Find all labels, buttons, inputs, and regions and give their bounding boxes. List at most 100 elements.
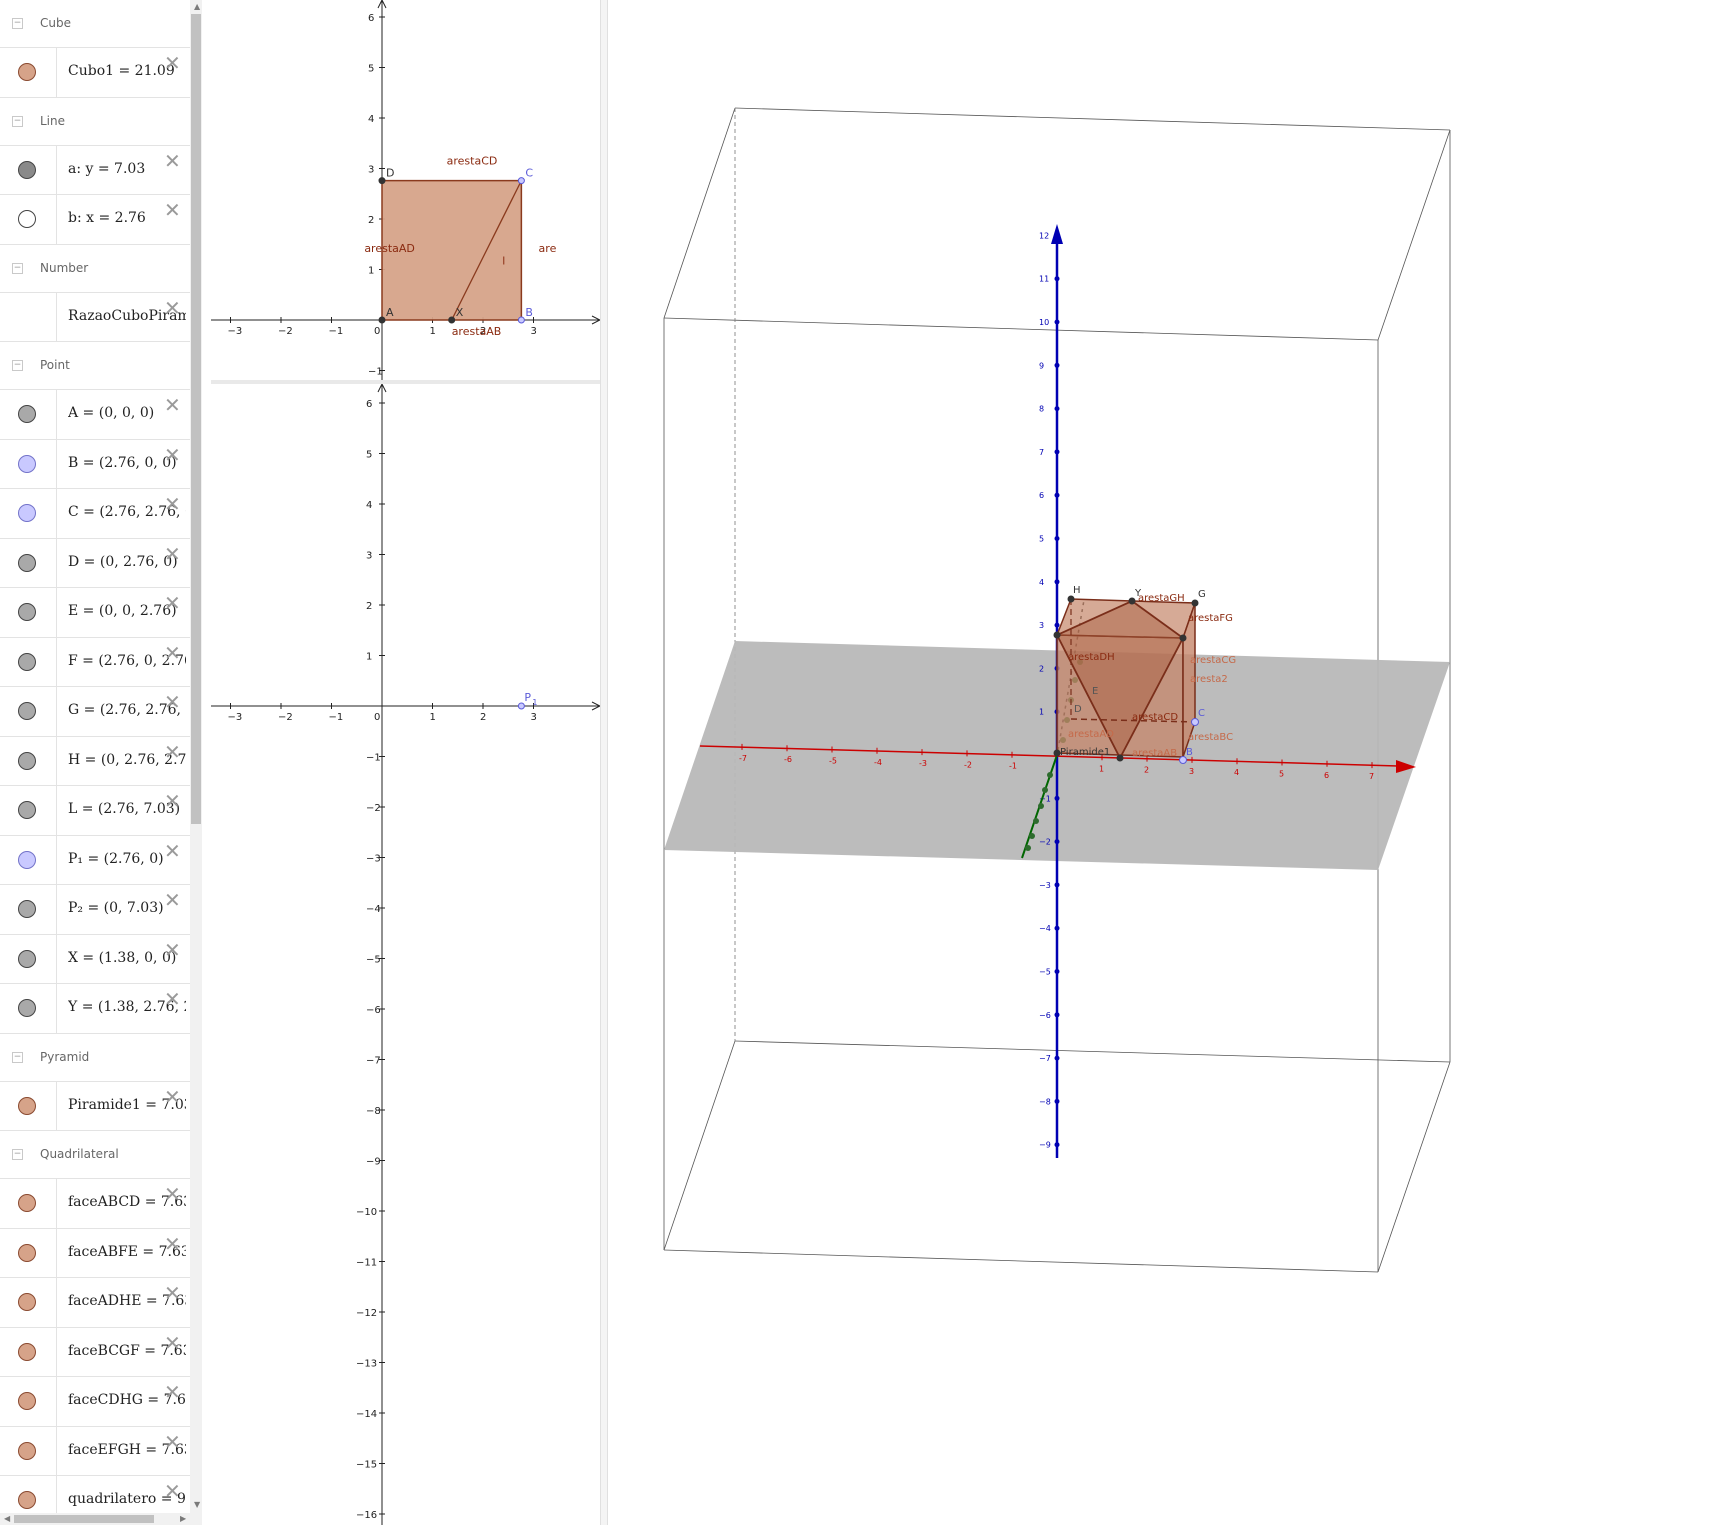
visibility-dot-icon[interactable] — [18, 405, 36, 423]
graphics-3d-view[interactable]: 12 11 10 9 8 7 6 5 4 3 2 1 −1 −2 −3 −4 −5 −6 −7 −8 −9 -7 -6 -5-… — [608, 0, 1728, 1525]
algebra-item[interactable]: B = (2.76, 0, 0) ✕ — [0, 439, 190, 489]
delete-icon[interactable]: ✕ — [164, 53, 181, 73]
visibility-toggle[interactable] — [0, 48, 57, 97]
visibility-toggle[interactable] — [0, 1228, 57, 1277]
delete-icon[interactable]: ✕ — [164, 1333, 181, 1353]
visibility-toggle[interactable] — [0, 390, 57, 439]
algebra-item[interactable]: P₂ = (0, 7.03) ✕ — [0, 885, 190, 935]
visibility-toggle[interactable] — [0, 1426, 57, 1475]
visibility-toggle[interactable] — [0, 588, 57, 637]
scroll-right-icon[interactable]: ▶ — [180, 1514, 186, 1523]
visibility-dot-icon[interactable] — [18, 603, 36, 621]
visibility-dot-icon[interactable] — [18, 1491, 36, 1509]
algebra-item[interactable]: F = (2.76, 0, 2.76) ✕ — [0, 637, 190, 687]
algebra-item[interactable]: faceBCGF = 7.63 ✕ — [0, 1327, 190, 1377]
algebra-item[interactable]: X = (1.38, 0, 0) ✕ — [0, 934, 190, 984]
delete-icon[interactable]: ✕ — [164, 890, 181, 910]
algebra-horizontal-scrollbar-thumb[interactable] — [14, 1515, 154, 1523]
visibility-toggle[interactable] — [0, 835, 57, 884]
visibility-toggle[interactable] — [0, 1377, 57, 1426]
visibility-dot-icon[interactable] — [18, 553, 36, 572]
graphics-canvas-2[interactable]: −4−3−2−10123654321−1−2−3−4−5−6−7−8−9−10−… — [177, 382, 602, 1525]
delete-icon[interactable]: ✕ — [164, 841, 181, 861]
group-header-number[interactable]: − Number — [0, 245, 190, 293]
visibility-toggle[interactable] — [0, 934, 57, 983]
delete-icon[interactable]: ✕ — [164, 1382, 181, 1402]
algebra-item[interactable]: faceABCD = 7.63 ✕ — [0, 1179, 190, 1229]
scroll-left-icon[interactable]: ◀ — [4, 1514, 10, 1523]
visibility-toggle[interactable] — [0, 736, 57, 785]
delete-icon[interactable]: ✕ — [164, 1087, 181, 1107]
visibility-dot-icon[interactable] — [18, 652, 36, 671]
collapse-icon[interactable]: − — [12, 360, 23, 371]
visibility-dot-icon[interactable] — [18, 999, 36, 1017]
delete-icon[interactable]: ✕ — [164, 692, 181, 712]
algebra-item[interactable]: G = (2.76, 2.76, 2.76)✕ — [0, 687, 190, 737]
visibility-toggle[interactable] — [0, 984, 57, 1033]
delete-icon[interactable]: ✕ — [164, 1184, 181, 1204]
algebra-item[interactable]: C = (2.76, 2.76, 0)✕ — [0, 489, 190, 539]
group-header-quadrilateral[interactable]: − Quadrilateral — [0, 1131, 190, 1179]
visibility-toggle[interactable] — [0, 538, 57, 587]
algebra-item[interactable]: E = (0, 0, 2.76) ✕ — [0, 588, 190, 638]
visibility-toggle[interactable] — [0, 292, 57, 341]
collapse-icon[interactable]: − — [12, 18, 23, 29]
visibility-dot-icon[interactable] — [18, 850, 36, 869]
visibility-toggle[interactable] — [0, 145, 57, 194]
visibility-dot-icon[interactable] — [18, 1342, 36, 1361]
visibility-dot-icon[interactable] — [18, 1243, 36, 1262]
visibility-toggle[interactable] — [0, 439, 57, 488]
group-header-pyramid[interactable]: − Pyramid — [0, 1034, 190, 1082]
delete-icon[interactable]: ✕ — [164, 494, 181, 514]
graphics-view-1[interactable]: −4−3−2−10123654321−1arestaCDarestaADarea… — [177, 0, 602, 380]
delete-icon[interactable]: ✕ — [164, 940, 181, 960]
algebra-item[interactable]: RazaoCuboPiramide✕ — [0, 292, 190, 342]
visibility-dot-icon[interactable] — [18, 454, 36, 473]
visibility-toggle[interactable] — [0, 885, 57, 934]
visibility-dot-icon[interactable] — [18, 63, 36, 81]
group-header-line[interactable]: − Line — [0, 98, 190, 146]
graphics-3d-canvas[interactable]: 121110987654321−1−2−3−4−5−6−7−8−9-7 -6 -5-… — [608, 0, 1728, 1525]
visibility-toggle[interactable] — [0, 489, 57, 538]
delete-icon[interactable]: ✕ — [164, 200, 181, 220]
algebra-item[interactable]: faceABFE = 7.63 ✕ — [0, 1228, 190, 1278]
group-header-cube[interactable]: − Cube — [0, 0, 190, 48]
visibility-dot-icon[interactable] — [18, 210, 36, 228]
algebra-item[interactable]: a: y = 7.03 ✕ — [0, 145, 190, 195]
graphics-view-2[interactable]: −4−3−2−10123654321−1−2−3−4−5−6−7−8−9−10−… — [177, 382, 602, 1525]
algebra-item[interactable]: A = (0, 0, 0) ✕ — [0, 390, 190, 440]
visibility-toggle[interactable] — [0, 1327, 57, 1376]
visibility-dot-icon[interactable] — [18, 751, 36, 770]
delete-icon[interactable]: ✕ — [164, 445, 181, 465]
visibility-toggle[interactable] — [0, 1278, 57, 1327]
algebra-item[interactable]: Piramide1 = 7.03 ✕ — [0, 1081, 190, 1131]
visibility-dot-icon[interactable] — [18, 1441, 36, 1460]
collapse-icon[interactable]: − — [12, 262, 23, 274]
collapse-icon[interactable]: − — [12, 1149, 23, 1160]
visibility-dot-icon[interactable] — [18, 702, 36, 720]
delete-icon[interactable]: ✕ — [164, 395, 181, 415]
delete-icon[interactable]: ✕ — [164, 742, 181, 762]
algebra-scrollbar-thumb[interactable] — [191, 14, 201, 824]
collapse-icon[interactable]: − — [12, 115, 23, 127]
visibility-dot-icon[interactable] — [18, 1293, 36, 1311]
view-divider[interactable] — [600, 0, 608, 1525]
visibility-toggle[interactable] — [0, 195, 57, 244]
graphics-canvas-1[interactable]: −4−3−2−10123654321−1arestaCDarestaADarea… — [177, 0, 602, 380]
visibility-toggle[interactable] — [0, 637, 57, 686]
visibility-toggle[interactable] — [0, 786, 57, 835]
algebra-item[interactable]: Y = (1.38, 2.76, 2.76)✕ — [0, 984, 190, 1034]
delete-icon[interactable]: ✕ — [164, 1432, 181, 1452]
algebra-item[interactable]: Cubo1 = 21.09 ✕ — [0, 48, 190, 98]
delete-icon[interactable]: ✕ — [164, 593, 181, 613]
algebra-item[interactable]: H = (0, 2.76, 2.76)✕ — [0, 736, 190, 786]
visibility-dot-icon[interactable] — [18, 801, 36, 819]
delete-icon[interactable]: ✕ — [164, 1234, 181, 1254]
visibility-dot-icon[interactable] — [18, 949, 36, 968]
delete-icon[interactable]: ✕ — [164, 544, 181, 564]
visibility-dot-icon[interactable] — [18, 900, 36, 918]
group-header-point[interactable]: − Point — [0, 342, 190, 390]
visibility-dot-icon[interactable] — [18, 1096, 36, 1115]
visibility-dot-icon[interactable] — [18, 504, 36, 522]
algebra-item[interactable]: L = (2.76, 7.03) ✕ — [0, 786, 190, 836]
